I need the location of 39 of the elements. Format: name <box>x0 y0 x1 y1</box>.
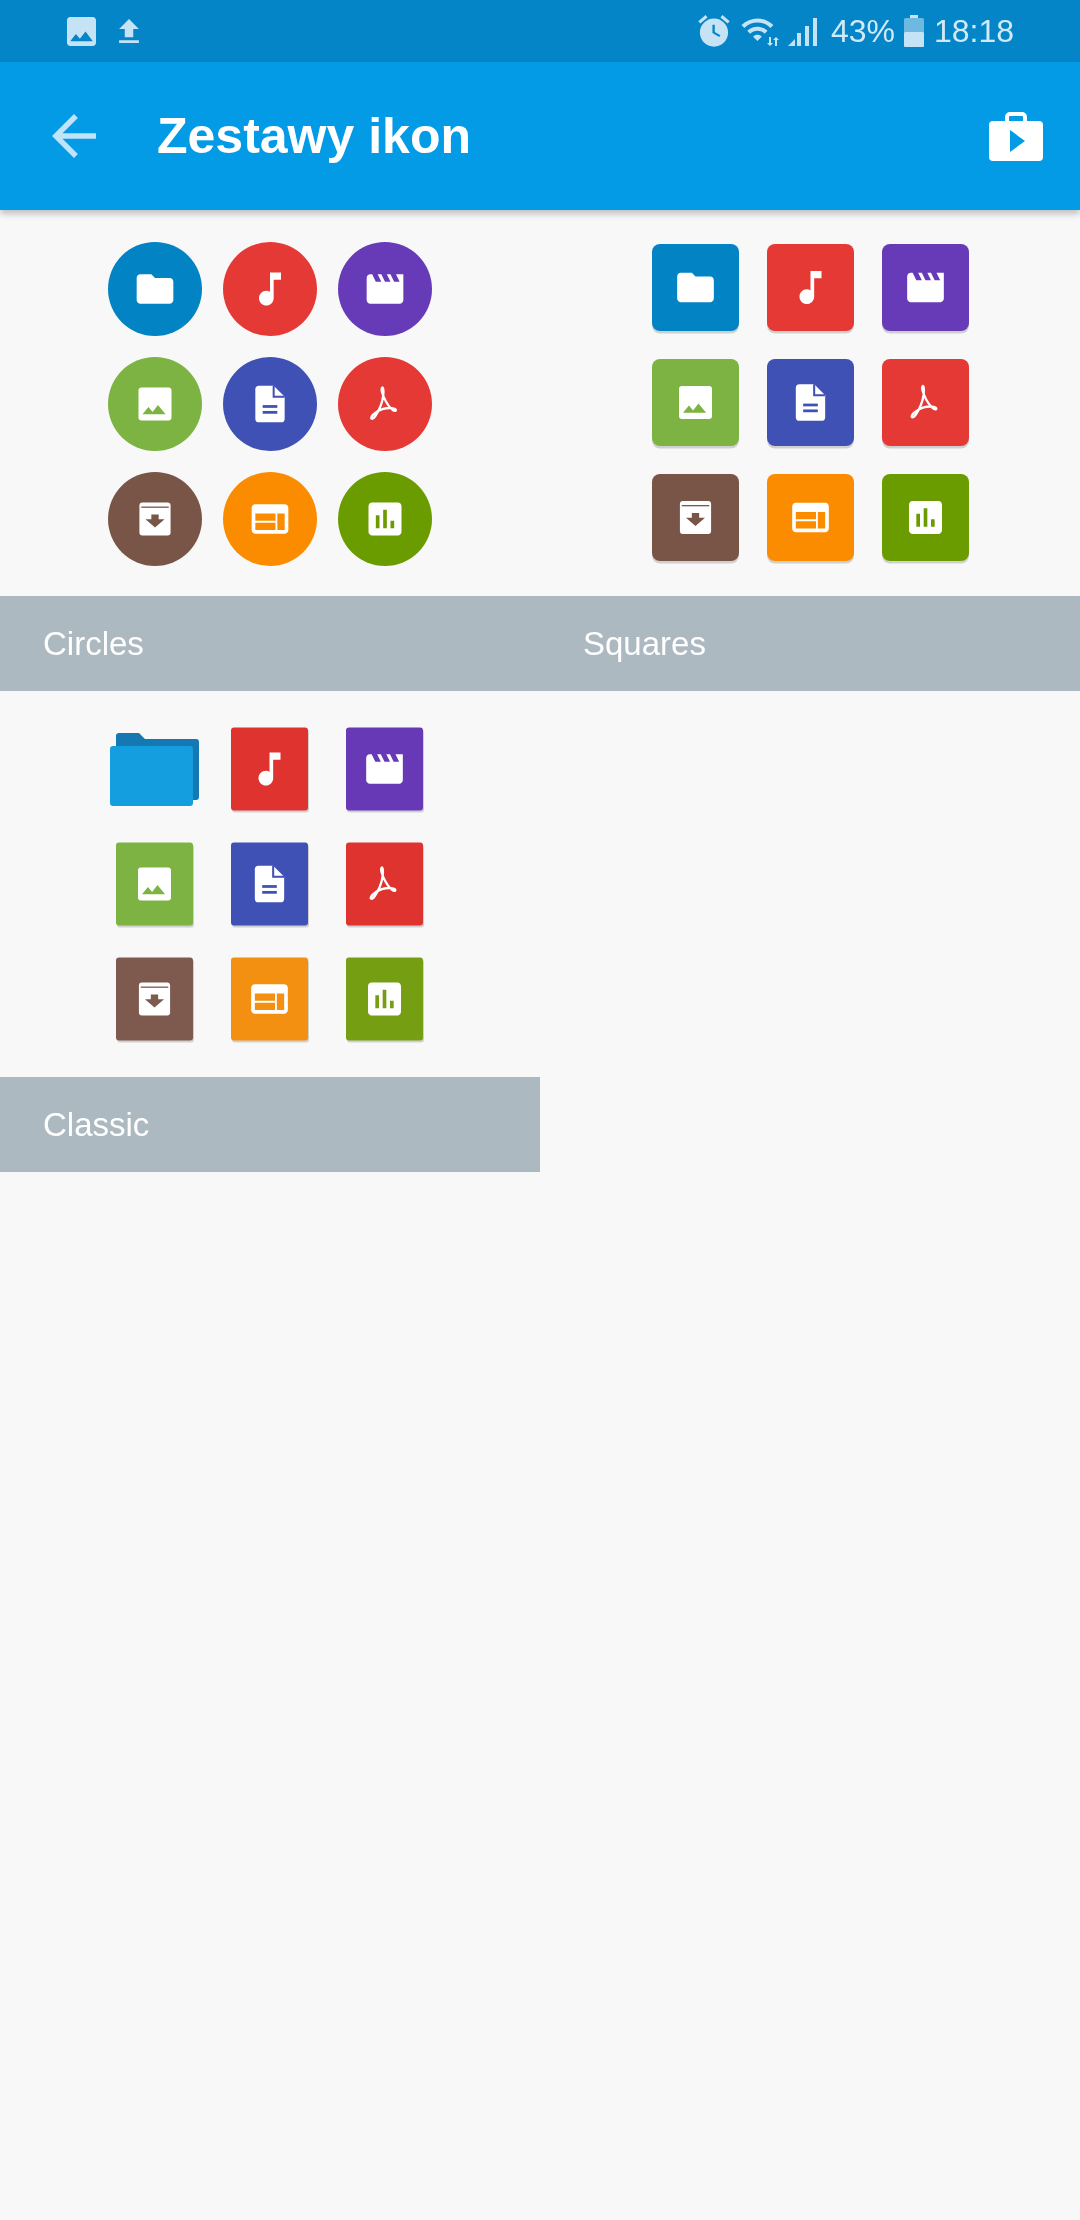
clapperboard-icon <box>345 726 425 813</box>
music-note-icon <box>764 242 856 335</box>
clapperboard-icon <box>879 242 971 335</box>
layout-icon <box>230 956 310 1043</box>
document-icon <box>764 357 856 450</box>
document-icon <box>230 841 310 928</box>
folder-icon <box>108 241 202 336</box>
folder-icon <box>649 242 741 335</box>
image-icon <box>115 841 195 928</box>
icon-set-label[interactable]: Squares <box>540 596 1080 691</box>
pdf-icon <box>345 841 425 928</box>
back-arrow-icon[interactable] <box>52 114 96 158</box>
image-icon <box>108 356 202 451</box>
pdf-icon <box>879 357 971 450</box>
screen-title: Zestawy ikon <box>157 106 471 166</box>
folder-icon <box>110 732 200 807</box>
music-note-icon <box>230 726 310 813</box>
battery-percent: 43% <box>830 15 895 47</box>
pdf-icon <box>338 356 432 451</box>
icon-set-label[interactable]: Circles <box>0 596 540 691</box>
bag-play-icon[interactable] <box>989 111 1043 161</box>
bar-chart-icon <box>345 956 425 1043</box>
clock-time: 18:18 <box>933 15 1014 47</box>
bar-chart-icon <box>338 471 432 566</box>
bar-chart-icon <box>879 472 971 565</box>
layout-icon <box>223 471 317 566</box>
battery-icon <box>903 15 924 47</box>
upload-icon <box>117 19 141 43</box>
layout-icon <box>764 472 856 565</box>
archive-icon <box>108 471 202 566</box>
archive-icon <box>649 472 741 565</box>
music-note-icon <box>223 241 317 336</box>
image-icon <box>649 357 741 450</box>
icon-set-label[interactable]: Classic <box>0 1077 540 1172</box>
alarm-clock-icon <box>697 15 730 47</box>
image-icon <box>66 16 97 46</box>
document-icon <box>223 356 317 451</box>
archive-icon <box>115 956 195 1043</box>
clapperboard-icon <box>338 241 432 336</box>
